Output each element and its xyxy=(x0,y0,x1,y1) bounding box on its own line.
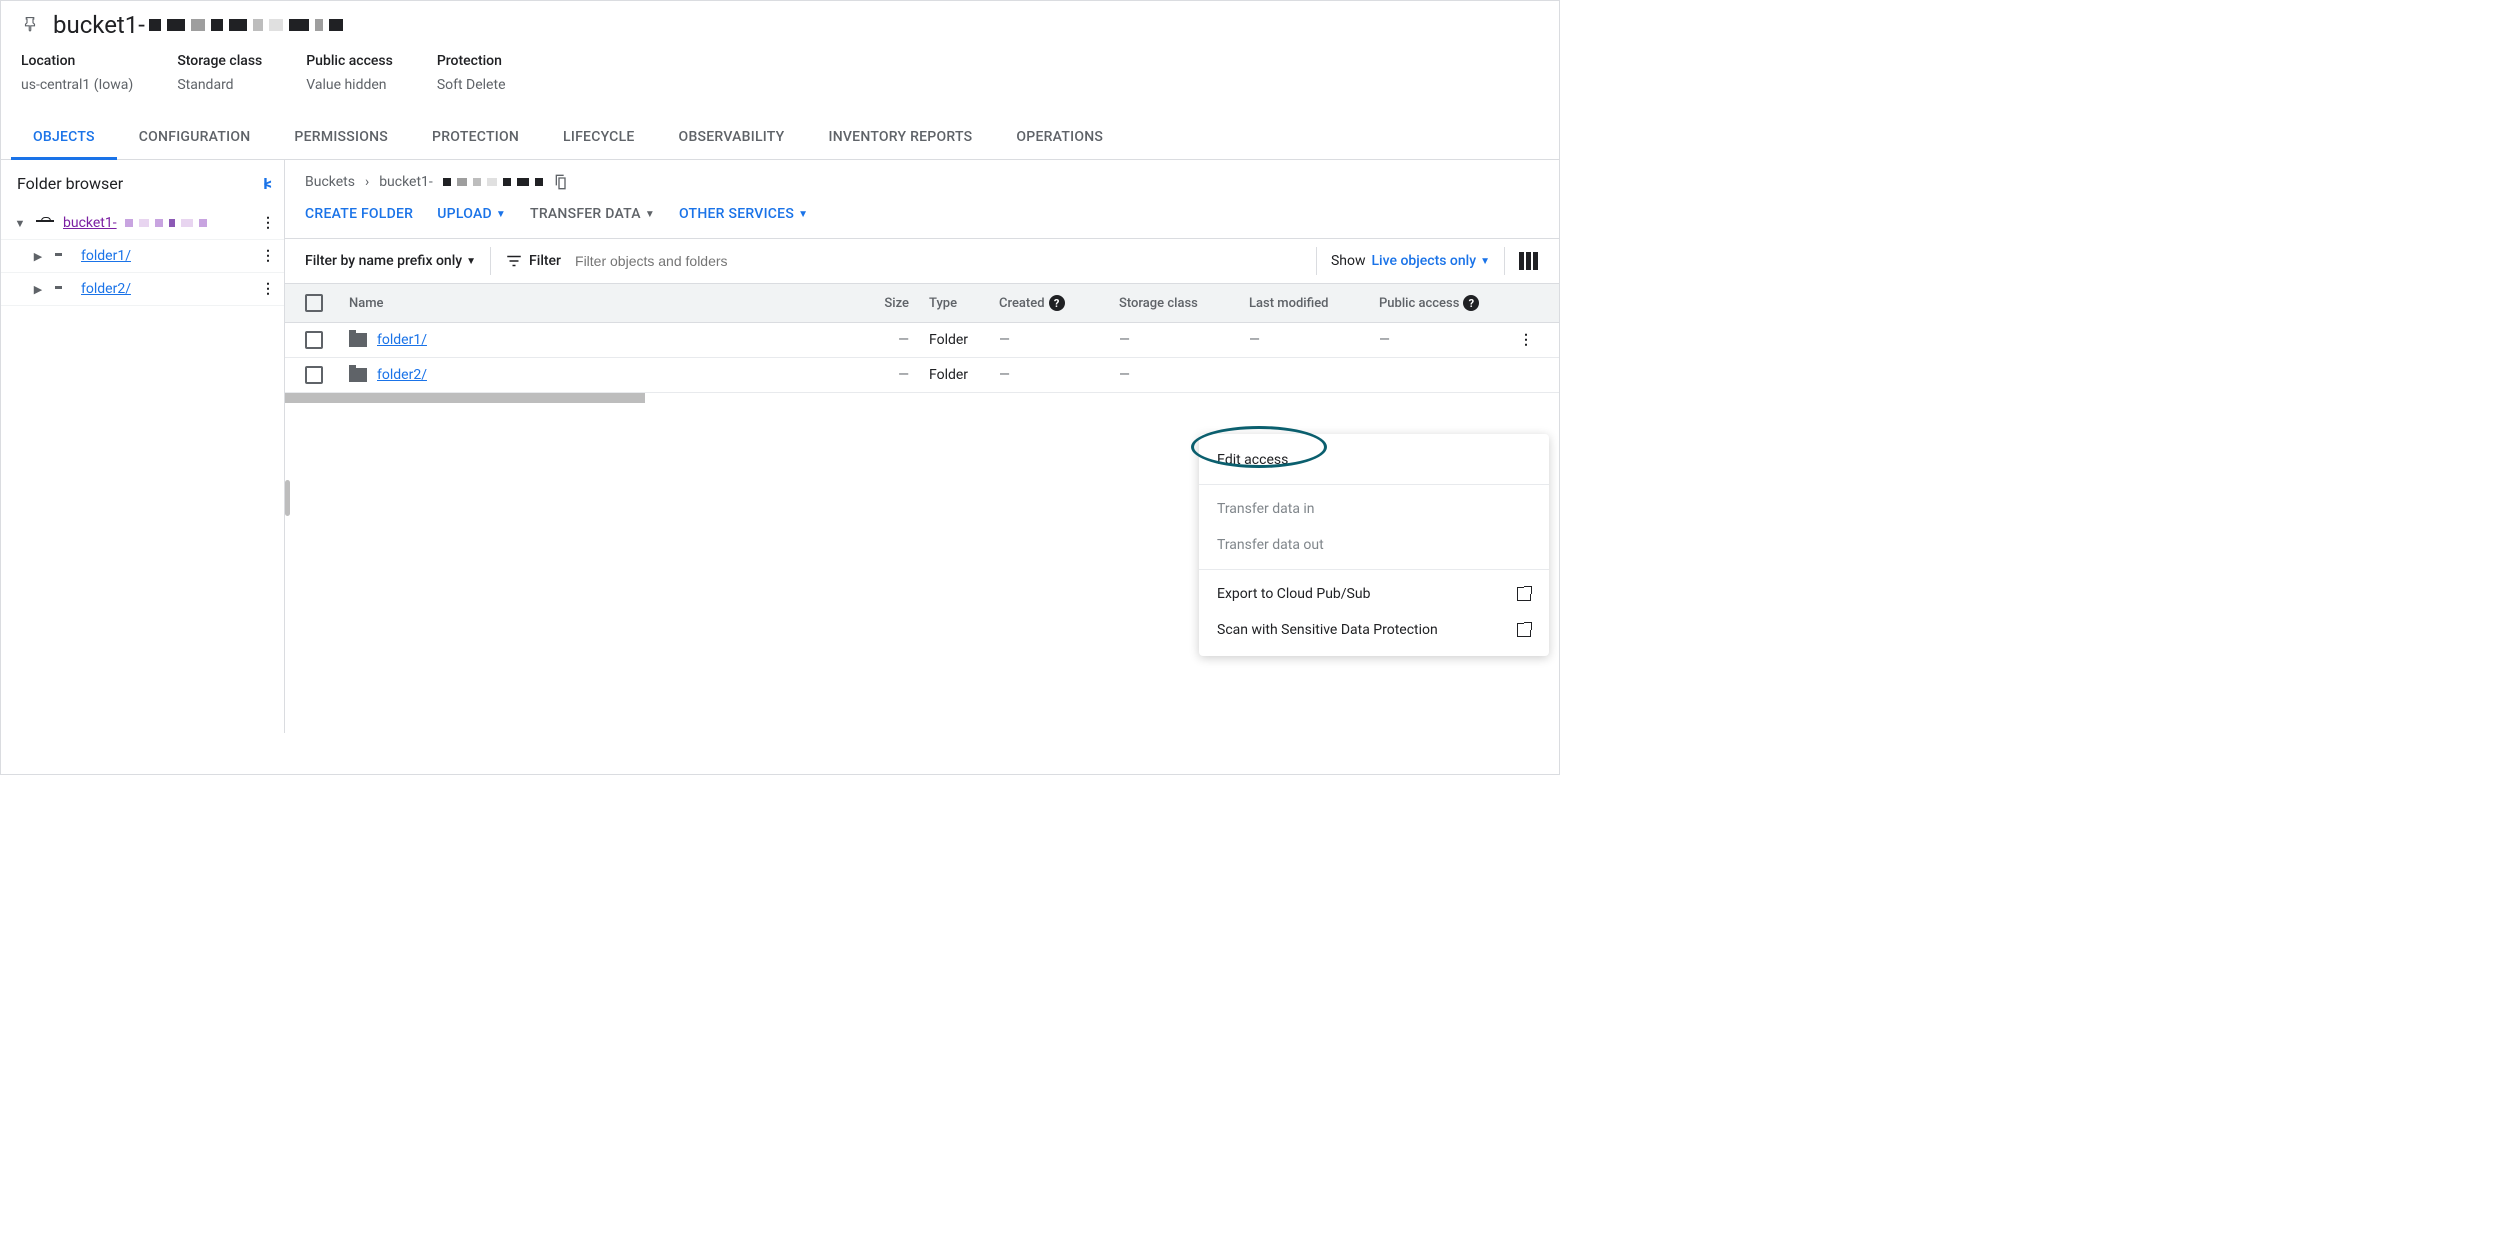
kebab-icon[interactable]: ⋮ xyxy=(261,281,274,297)
create-folder-button[interactable]: CREATE FOLDER xyxy=(305,206,413,222)
dropdown-icon: ▼ xyxy=(645,209,655,220)
help-icon[interactable]: ? xyxy=(1463,295,1479,311)
kebab-icon[interactable]: ⋮ xyxy=(261,215,274,231)
tree-bucket-root[interactable]: ▼ bucket1- ⋮ xyxy=(1,207,284,240)
tab-permissions[interactable]: PERMISSIONS xyxy=(272,117,410,159)
collapse-sidebar-icon[interactable]: I< xyxy=(263,174,268,193)
redacted-crumb xyxy=(443,178,543,186)
context-menu: Edit access Transfer data in Transfer da… xyxy=(1199,434,1549,656)
kebab-icon[interactable]: ⋮ xyxy=(261,248,274,264)
select-all-checkbox[interactable] xyxy=(305,294,323,312)
col-public-access[interactable]: Public access? xyxy=(1379,295,1519,311)
col-storage-class[interactable]: Storage class xyxy=(1119,296,1249,311)
bucket-title: bucket1- xyxy=(53,11,343,39)
filter-bar: Filter by name prefix only ▼ Filter Show… xyxy=(285,238,1559,284)
tab-protection[interactable]: PROTECTION xyxy=(410,117,541,159)
other-services-button[interactable]: OTHER SERVICES▼ xyxy=(679,206,808,222)
transfer-data-button[interactable]: TRANSFER DATA▼ xyxy=(530,206,655,222)
menu-transfer-in[interactable]: Transfer data in xyxy=(1199,491,1549,527)
caret-down-icon[interactable]: ▼ xyxy=(11,217,29,230)
dropdown-icon: ▼ xyxy=(798,209,808,220)
crumb-buckets[interactable]: Buckets xyxy=(305,174,355,190)
row-checkbox[interactable] xyxy=(305,366,323,384)
menu-scan-sdp[interactable]: Scan with Sensitive Data Protection xyxy=(1199,612,1549,648)
upload-button[interactable]: UPLOAD▼ xyxy=(437,206,506,222)
folder-browser-sidebar: Folder browser I< ▼ bucket1- ⋮ ▶ folder1… xyxy=(1,160,285,733)
filter-type-dropdown[interactable]: Filter by name prefix only ▼ xyxy=(305,253,476,269)
caret-right-icon[interactable]: ▶ xyxy=(29,250,47,263)
tab-operations[interactable]: OPERATIONS xyxy=(994,117,1125,159)
show-dropdown[interactable]: Live objects only▼ xyxy=(1371,253,1490,269)
sidebar-title: Folder browser xyxy=(17,174,123,193)
show-label: Show xyxy=(1331,253,1366,269)
dropdown-icon: ▼ xyxy=(496,209,506,220)
external-link-icon xyxy=(1517,587,1531,601)
menu-edit-access[interactable]: Edit access xyxy=(1199,442,1549,478)
horizontal-scrollbar[interactable] xyxy=(285,393,645,403)
external-link-icon xyxy=(1517,623,1531,637)
table-row[interactable]: folder1/ — Folder — — — — ⋮ xyxy=(285,323,1559,358)
filter-input[interactable] xyxy=(575,253,1302,269)
menu-transfer-out[interactable]: Transfer data out xyxy=(1199,527,1549,563)
tab-inventory-reports[interactable]: INVENTORY REPORTS xyxy=(806,117,994,159)
col-type[interactable]: Type xyxy=(909,296,999,311)
row-checkbox[interactable] xyxy=(305,331,323,349)
column-display-icon[interactable] xyxy=(1519,252,1539,270)
tab-configuration[interactable]: CONFIGURATION xyxy=(117,117,273,159)
menu-export-pubsub[interactable]: Export to Cloud Pub/Sub xyxy=(1199,576,1549,612)
row-kebab-icon[interactable]: ⋮ xyxy=(1519,332,1539,348)
help-icon[interactable]: ? xyxy=(1049,295,1065,311)
col-name[interactable]: Name xyxy=(339,296,839,311)
folder-icon xyxy=(349,368,367,382)
redacted-bucket-name xyxy=(125,219,207,227)
action-bar: CREATE FOLDER UPLOAD▼ TRANSFER DATA▼ OTH… xyxy=(285,190,1559,238)
table-header: Name Size Type Created? Storage class La… xyxy=(285,284,1559,323)
tabs: OBJECTS CONFIGURATION PERMISSIONS PROTEC… xyxy=(1,117,1559,160)
resize-handle[interactable] xyxy=(285,480,290,516)
crumb-current: bucket1- xyxy=(379,174,433,190)
folder-icon xyxy=(349,333,367,347)
col-size[interactable]: Size xyxy=(839,296,909,311)
table-row[interactable]: folder2/ — Folder — — xyxy=(285,358,1559,393)
tab-observability[interactable]: OBSERVABILITY xyxy=(657,117,807,159)
copy-icon[interactable] xyxy=(553,174,569,190)
tab-lifecycle[interactable]: LIFECYCLE xyxy=(541,117,657,159)
bucket-meta: Locationus-central1 (Iowa) Storage class… xyxy=(21,53,1539,93)
object-link[interactable]: folder2/ xyxy=(377,367,427,383)
col-created[interactable]: Created? xyxy=(999,295,1119,311)
tab-objects[interactable]: OBJECTS xyxy=(11,117,117,160)
chevron-right-icon: › xyxy=(365,174,369,190)
pin-icon[interactable] xyxy=(21,16,39,34)
caret-right-icon[interactable]: ▶ xyxy=(29,283,47,296)
col-last-modified[interactable]: Last modified xyxy=(1249,296,1379,311)
object-link[interactable]: folder1/ xyxy=(377,332,427,348)
redacted-title xyxy=(149,19,343,31)
main-panel: Buckets › bucket1- CREATE FOLDER UPLOAD▼… xyxy=(285,160,1559,733)
tree-folder-1[interactable]: ▶ folder1/ ⋮ xyxy=(1,240,284,273)
filter-icon: Filter xyxy=(505,252,561,270)
bucket-header: bucket1- Locationus-central1 (Iowa) Stor… xyxy=(1,1,1559,93)
tree-folder-2[interactable]: ▶ folder2/ ⋮ xyxy=(1,273,284,306)
breadcrumb: Buckets › bucket1- xyxy=(285,174,1559,190)
